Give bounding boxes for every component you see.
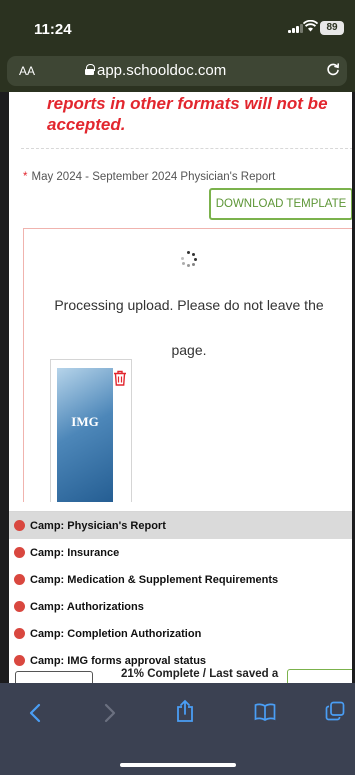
checklist-item-completion-authorization[interactable]: Camp: Completion Authorization [9,620,352,647]
report-field-label: * May 2024 - September 2024 Physician's R… [23,171,275,183]
required-marker: * [23,171,28,183]
url-text[interactable]: app.schooldoc.com [97,62,226,79]
tabs-icon[interactable] [325,701,345,726]
forward-icon[interactable] [104,703,116,728]
browser-top-chrome: 11:24 89 AA app.schooldoc.com [0,0,355,92]
checklist-item-label: Camp: Completion Authorization [30,627,202,640]
format-warning-text: reports in other formats will not be acc… [47,94,328,134]
section-divider [21,148,352,149]
bookmarks-icon[interactable] [254,703,276,726]
img-logo: IMG [71,414,99,429]
delete-trash-icon[interactable] [113,370,127,386]
checklist-item-insurance[interactable]: Camp: Insurance [9,539,352,566]
progress-status-text: 21% Complete / Last saved a [121,668,279,680]
share-icon[interactable] [176,699,194,728]
battery-icon: 89 [320,21,344,35]
wifi-icon [302,19,319,35]
checklist-item-label: Camp: Authorizations [30,600,144,613]
checklist-item-label: Camp: IMG forms approval status [30,654,207,667]
checklist-item-label: Camp: Medication & Supplement Requiremen… [30,573,279,586]
page-edge-left [0,92,9,683]
status-time: 11:24 [34,21,72,38]
checklist-item-authorizations[interactable]: Camp: Authorizations [9,593,352,620]
requirements-checklist: Camp: Physician's Report Camp: Insurance… [9,502,352,667]
lock-icon [85,64,95,75]
upload-dropzone[interactable]: Processing upload. Please do not leave t… [23,228,352,502]
processing-line-1: Processing upload. Please do not leave t… [54,297,324,313]
checklist-item-medication[interactable]: Camp: Medication & Supplement Requiremen… [9,566,352,593]
webpage-content: reports in other formats will not be acc… [9,92,352,502]
footer-left-button[interactable] [15,671,93,683]
status-dot-icon [14,520,25,531]
uploaded-file-thumbnail[interactable]: IMG [50,359,132,502]
status-dot-icon [14,574,25,585]
footer-right-button[interactable] [287,669,352,683]
reload-icon[interactable] [325,61,341,82]
back-icon[interactable] [29,703,41,728]
document-preview-image: IMG [57,368,113,502]
checklist-item-label: Camp: Physician's Report [30,519,166,532]
checklist-item-label: Camp: Insurance [30,546,120,559]
text-size-button[interactable]: AA [19,64,35,78]
report-label-text: May 2024 - September 2024 Physician's Re… [31,171,276,183]
safari-bottom-toolbar [0,683,355,775]
download-template-button[interactable]: DOWNLOAD TEMPLATE [209,188,352,220]
status-dot-icon [14,547,25,558]
status-dot-icon [14,628,25,639]
home-indicator[interactable] [120,763,236,767]
loading-spinner-icon [181,251,197,267]
cellular-signal-icon [288,24,303,33]
checklist-item-physicians-report[interactable]: Camp: Physician's Report [9,512,352,539]
status-dot-icon [14,601,25,612]
status-dot-icon [14,655,25,666]
status-bar: 11:24 89 [0,0,355,52]
progress-footer: 21% Complete / Last saved a [9,667,352,683]
address-bar[interactable]: AA app.schooldoc.com [7,56,347,86]
